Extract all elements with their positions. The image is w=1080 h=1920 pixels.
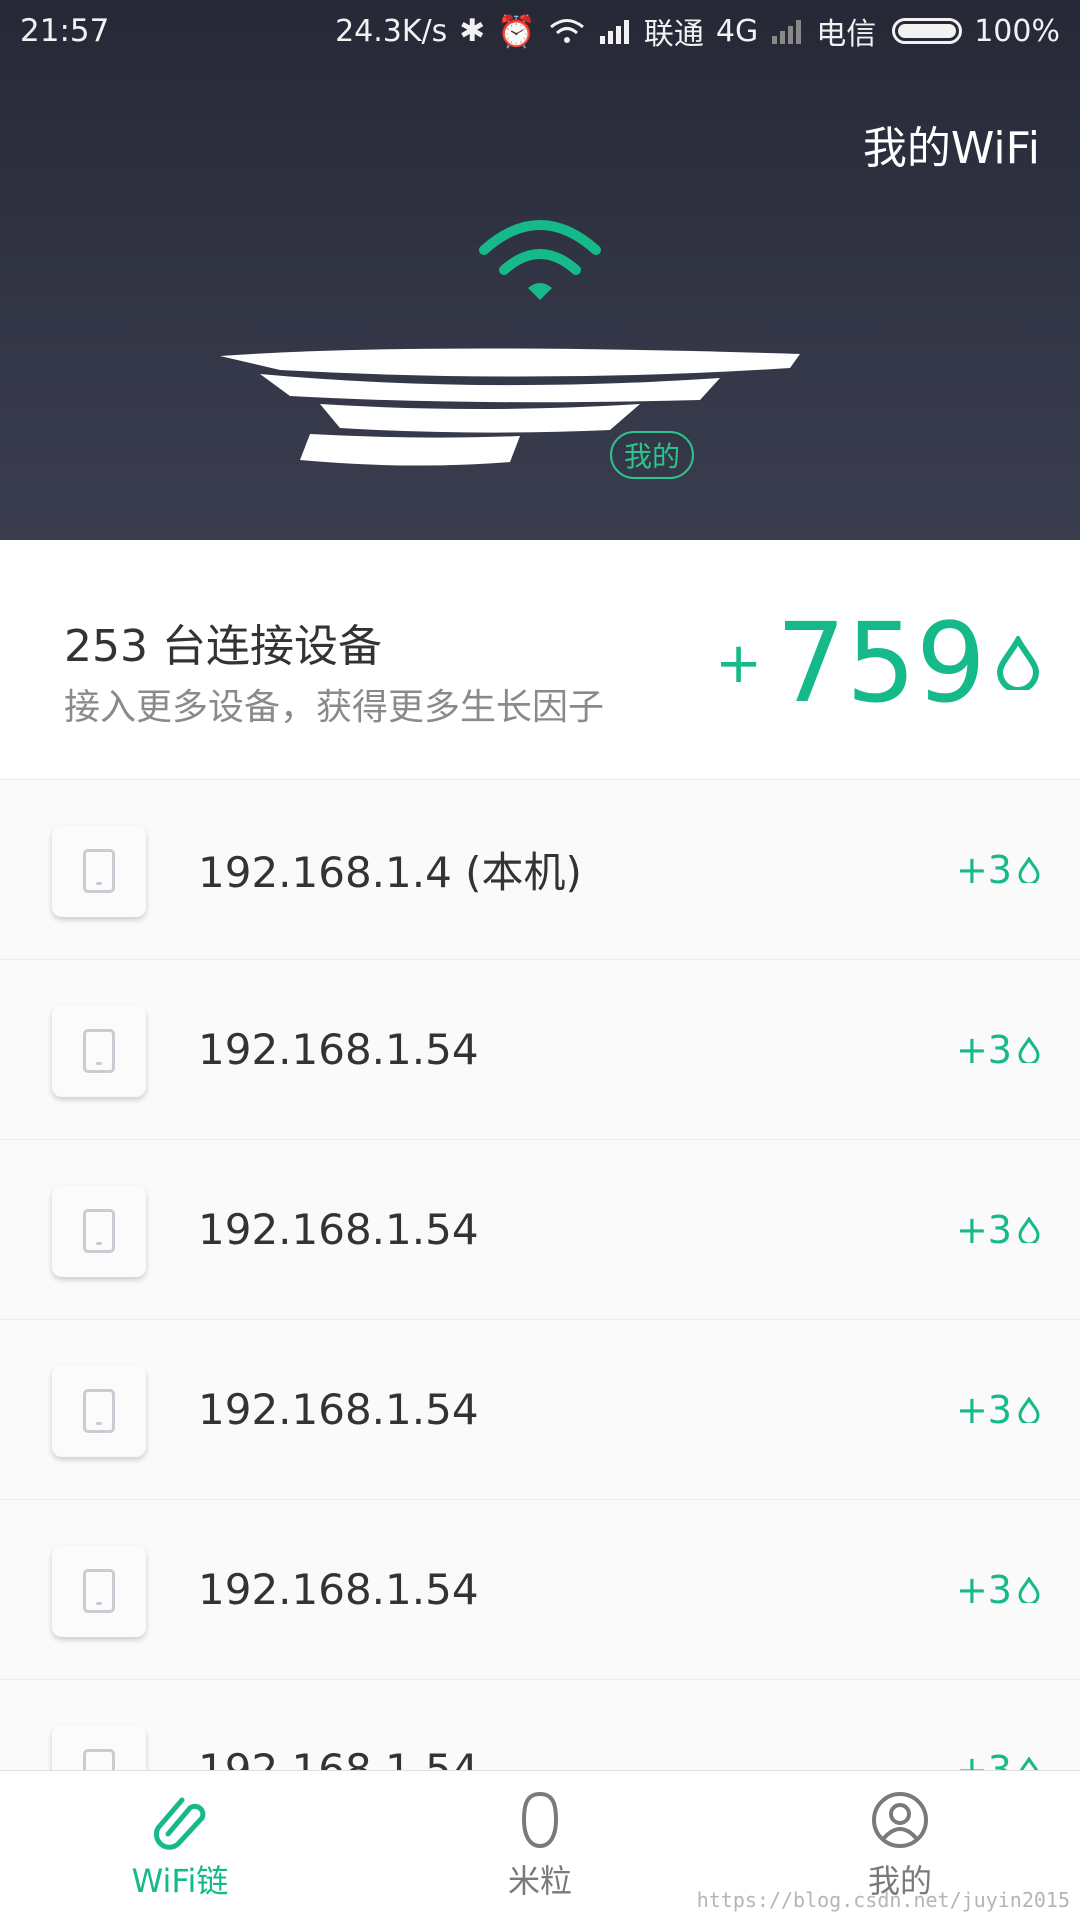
device-icon-tile [52, 1365, 146, 1457]
device-gain: +3 [956, 1388, 1040, 1432]
device-icon-tile [52, 1545, 146, 1637]
mine-badge: 我的 [610, 431, 695, 479]
points-total: + 759 [715, 608, 1040, 718]
phone-icon [83, 1569, 115, 1613]
battery-icon [892, 18, 963, 44]
device-gain: +3 [956, 1568, 1040, 1612]
signal-icon [599, 20, 629, 44]
device-row[interactable]: 192.168.1.54 +3 [0, 960, 1080, 1140]
device-count: 253 台连接设备 [64, 621, 382, 672]
device-gain-value: +3 [955, 1207, 1012, 1252]
tab-grains[interactable]: 米粒 [360, 1771, 720, 1920]
drop-icon [1019, 1756, 1039, 1770]
status-icons: 24.3K/s ✱ ⏰ 联通 4G 电信 100% [335, 9, 1060, 53]
header-area: 21:57 24.3K/s ✱ ⏰ 联通 4G 电信 100% 我的WiFi 我… [0, 0, 1080, 540]
summary-hint: 接入更多设备，获得更多生长因子 [64, 687, 605, 728]
device-ip: 192.168.1.54 [198, 1025, 479, 1074]
phone-icon [83, 849, 115, 893]
redacted-network-name [220, 348, 800, 466]
bluetooth-icon: ✱ [459, 13, 486, 49]
wifi-icon [479, 220, 601, 300]
tab-label: 米粒 [507, 1861, 572, 1900]
device-ip: 192.168.1.4 (本机) [198, 848, 582, 897]
phone-icon [83, 1749, 115, 1770]
bottom-nav: WiFi链 米粒 我的 https://blog.csdn.net/juyin2… [0, 1770, 1080, 1920]
tab-label: WiFi链 [131, 1861, 229, 1900]
device-row[interactable]: 192.168.1.54 +3 [0, 1680, 1080, 1770]
device-icon-tile [52, 1185, 146, 1277]
carrier-2: 电信 [816, 17, 877, 52]
watermark: https://blog.csdn.net/juyin2015 [696, 1888, 1070, 1912]
device-icon-tile [52, 1005, 146, 1097]
phone-icon [83, 1389, 115, 1433]
page-title: 我的WiFi [862, 123, 1040, 174]
battery-level: 100% [974, 13, 1060, 49]
device-icon-tile [52, 825, 146, 917]
device-icon-tile [52, 1725, 146, 1770]
device-ip: 192.168.1.54 [198, 1205, 479, 1254]
screen: 21:57 24.3K/s ✱ ⏰ 联通 4G 电信 100% 我的WiFi 我… [0, 0, 1080, 1920]
device-row[interactable]: 192.168.1.54 +3 [0, 1320, 1080, 1500]
phone-icon [83, 1209, 115, 1253]
device-ip: 192.168.1.54 [198, 1745, 479, 1770]
carrier-1: 联通 [643, 17, 704, 52]
device-gain: +3 [955, 1747, 1040, 1771]
wifi-status-icon [549, 19, 584, 43]
drop-icon [1018, 1396, 1040, 1423]
status-bar: 21:57 24.3K/s ✱ ⏰ 联通 4G 电信 100% [0, 0, 1080, 62]
device-list[interactable]: 192.168.1.4 (本机) +3 192.168.1.54 +3 192.… [0, 780, 1080, 1770]
device-gain: +3 [956, 848, 1040, 892]
device-gain-value: +3 [955, 1567, 1012, 1612]
points-plus: + [715, 630, 763, 696]
device-summary: 253 台连接设备 接入更多设备，获得更多生长因子 + 759 [0, 540, 1080, 780]
phone-icon [83, 1029, 115, 1073]
paperclip-icon [153, 1797, 206, 1850]
device-ip: 192.168.1.54 [198, 1565, 479, 1614]
device-gain-value: +3 [955, 847, 1012, 892]
drop-icon [1018, 1216, 1040, 1243]
device-ip: 192.168.1.54 [198, 1385, 479, 1434]
drop-icon [1018, 1576, 1040, 1603]
points-value: 759 [776, 599, 986, 727]
device-row[interactable]: 192.168.1.54 +3 [0, 1500, 1080, 1680]
network-speed: 24.3K/s [335, 13, 448, 49]
alarm-icon: ⏰ [497, 13, 536, 50]
device-gain-value: +3 [955, 1387, 1012, 1432]
device-row[interactable]: 192.168.1.54 +3 [0, 1140, 1080, 1320]
device-gain-value: +3 [955, 1747, 1012, 1771]
device-gain-value: +3 [955, 1027, 1012, 1072]
drop-icon [1018, 856, 1040, 883]
drop-icon [1018, 1036, 1040, 1063]
drop-icon [996, 636, 1040, 690]
signal-weak-icon [772, 20, 802, 44]
device-gain: +3 [956, 1028, 1040, 1072]
network-type: 4G [715, 13, 759, 49]
tab-wifi-chain[interactable]: WiFi链 [0, 1771, 360, 1920]
grain-icon [521, 1791, 559, 1848]
device-row[interactable]: 192.168.1.4 (本机) +3 [0, 780, 1080, 960]
profile-icon [872, 1791, 928, 1848]
status-time: 21:57 [20, 13, 110, 49]
device-gain: +3 [956, 1208, 1040, 1252]
